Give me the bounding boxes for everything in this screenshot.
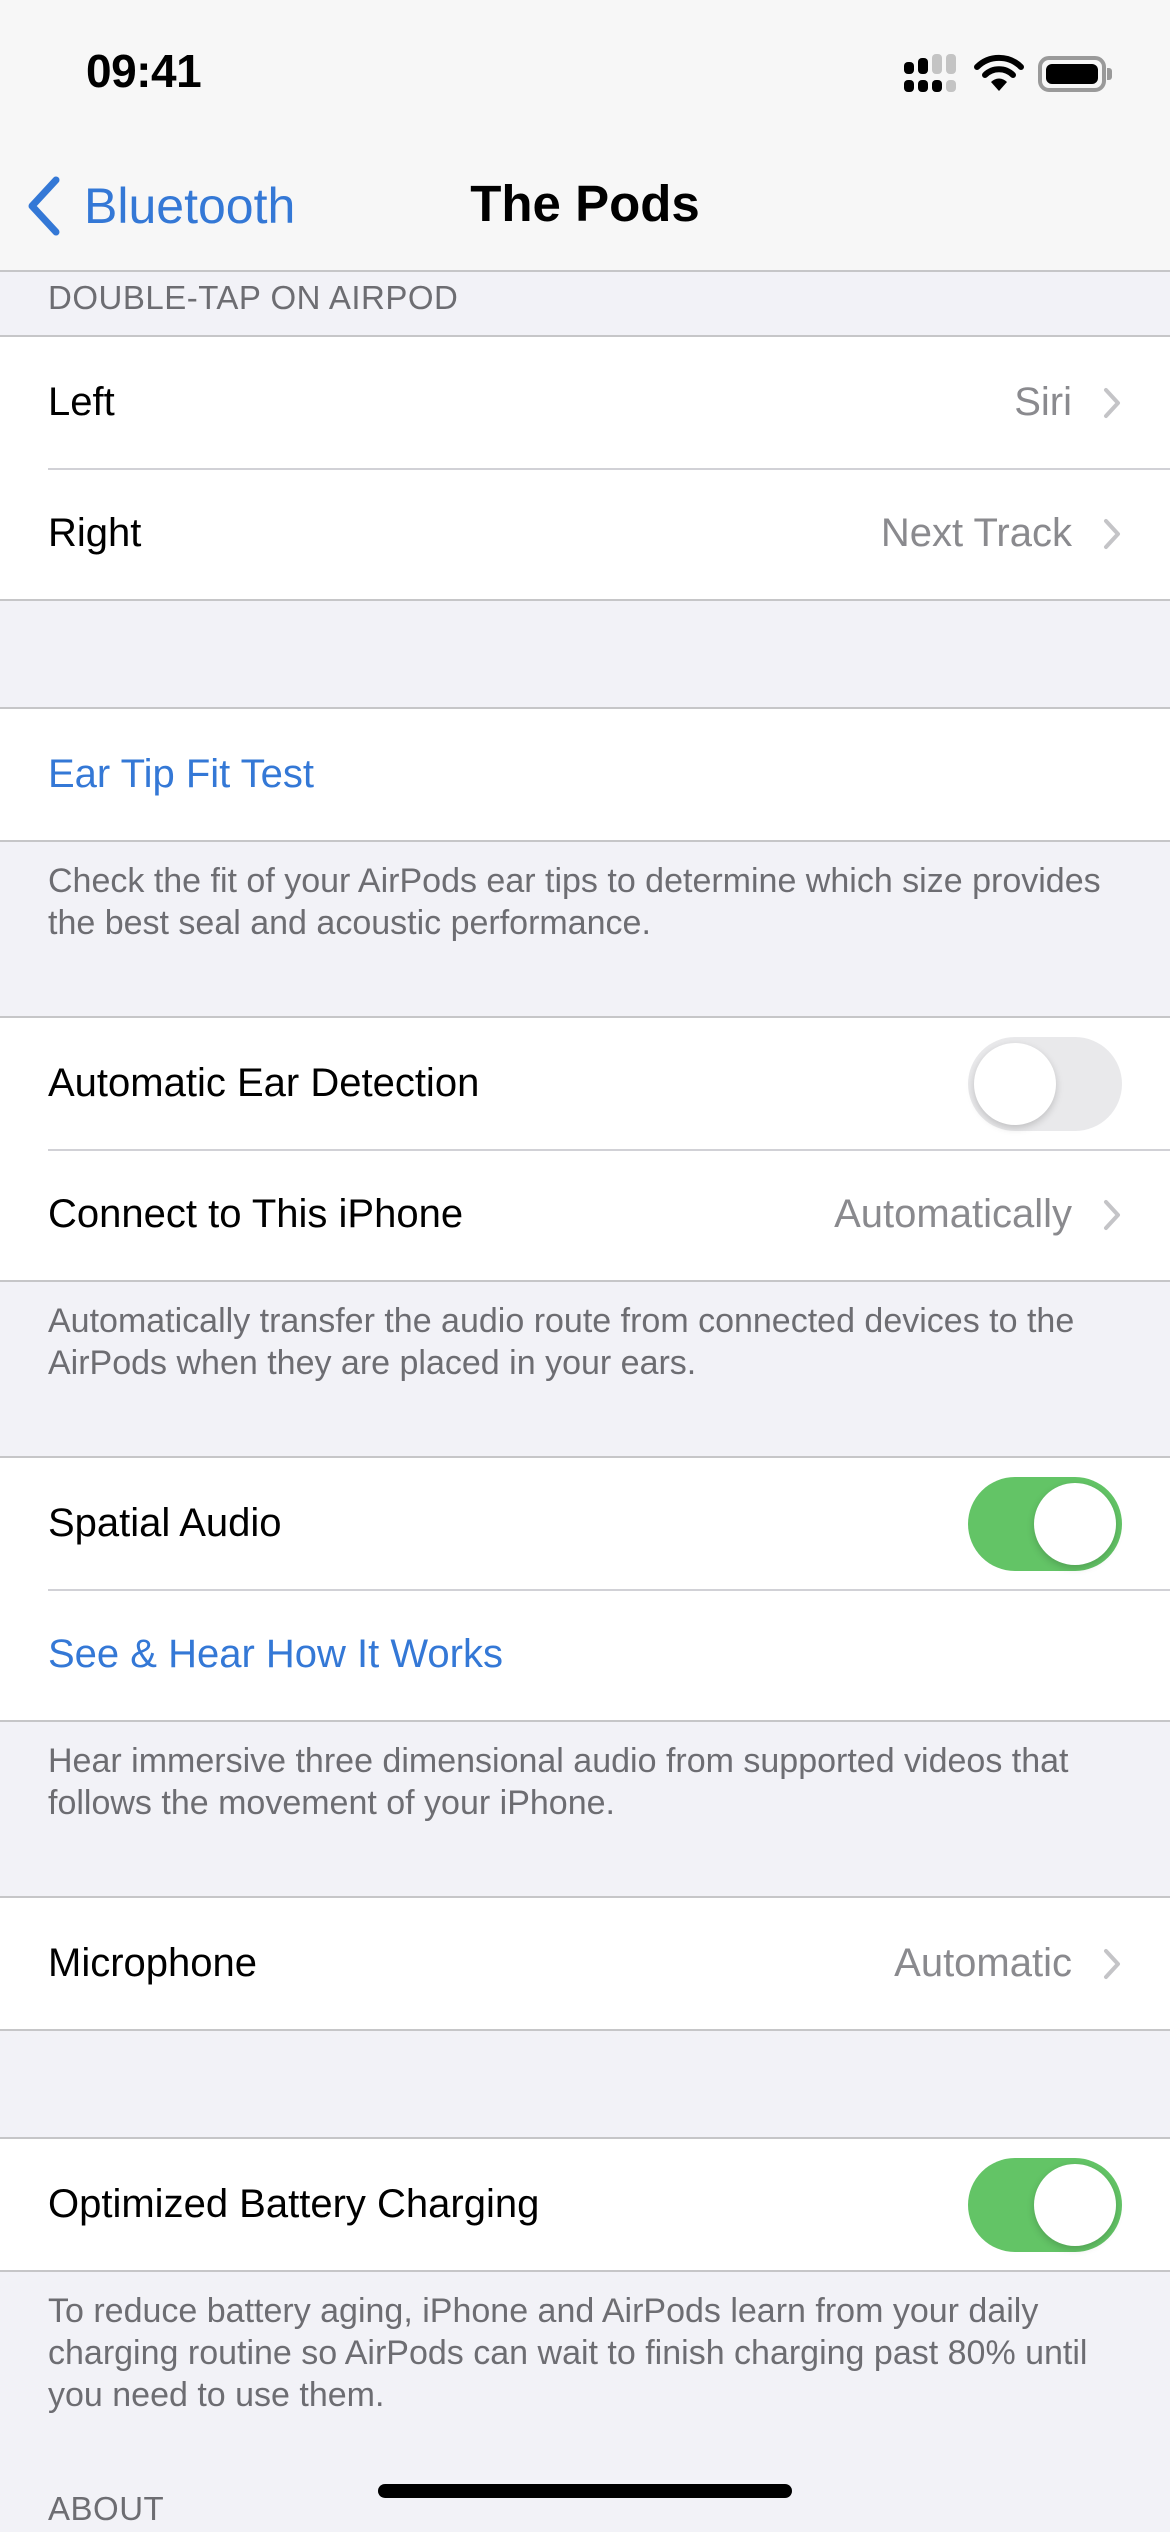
optimized-battery-charging-toggle[interactable] <box>968 2157 1122 2252</box>
microphone-group: Microphone Automatic <box>0 1896 1170 2031</box>
status-icons <box>904 52 1112 96</box>
battery-icon <box>1038 56 1112 92</box>
dual-sim-signal-icon <box>904 54 960 94</box>
row-connect-to-this-iphone[interactable]: Connect to This iPhone Automatically <box>0 1149 1170 1280</box>
row-value: Automatic <box>894 1941 1072 1985</box>
spatial-audio-group: Spatial Audio See & Hear How It Works <box>0 1456 1170 1722</box>
toggle-knob <box>974 1042 1056 1125</box>
navigation-bar: Bluetooth The Pods <box>0 140 1170 272</box>
toggle-knob <box>1034 1482 1116 1565</box>
status-bar: 09:41 <box>0 0 1170 140</box>
wifi-icon <box>974 54 1024 91</box>
row-double-tap-right[interactable]: Right Next Track <box>0 468 1170 599</box>
row-title: Automatic Ear Detection <box>48 1061 480 1105</box>
row-optimized-battery-charging: Optimized Battery Charging <box>0 2139 1170 2270</box>
chevron-right-icon <box>1104 1948 1120 1979</box>
ear-tip-group: Ear Tip Fit Test <box>0 707 1170 842</box>
link-label: See & Hear How It Works <box>48 1632 503 1676</box>
ear-tip-footer: Check the fit of your AirPods ear tips t… <box>48 862 1101 942</box>
chevron-right-icon <box>1104 1199 1120 1230</box>
row-value: Siri <box>1014 380 1072 424</box>
row-automatic-ear-detection: Automatic Ear Detection <box>0 1018 1170 1149</box>
row-value: Next Track <box>880 511 1072 555</box>
spatial-audio-toggle[interactable] <box>968 1476 1122 1571</box>
see-hear-how-it-works-link[interactable]: See & Hear How It Works <box>0 1589 1170 1720</box>
chevron-right-icon <box>1104 518 1120 549</box>
detection-footer: Automatically transfer the audio route f… <box>48 1302 1075 1382</box>
section-header-double-tap: DOUBLE-TAP ON AIRPOD <box>48 279 459 316</box>
toggle-knob <box>1034 2163 1116 2246</box>
row-title: Right <box>48 511 142 555</box>
row-spatial-audio: Spatial Audio <box>0 1458 1170 1589</box>
battery-footer: To reduce battery aging, iPhone and AirP… <box>48 2292 1088 2414</box>
battery-group: Optimized Battery Charging <box>0 2137 1170 2272</box>
status-time: 09:41 <box>86 45 202 97</box>
row-title: Spatial Audio <box>48 1501 282 1545</box>
row-value: Automatically <box>834 1192 1072 1236</box>
row-double-tap-left[interactable]: Left Siri <box>0 337 1170 468</box>
page-title: The Pods <box>470 175 700 232</box>
row-title: Left <box>48 380 115 424</box>
row-microphone[interactable]: Microphone Automatic <box>0 1898 1170 2029</box>
home-indicator[interactable] <box>378 2484 792 2498</box>
settings-list: DOUBLE-TAP ON AIRPOD Left Siri Right Nex… <box>0 272 1170 2528</box>
row-title: Connect to This iPhone <box>48 1192 464 1236</box>
spatial-audio-footer: Hear immersive three dimensional audio f… <box>48 1742 1069 1822</box>
row-title: Microphone <box>48 1941 258 1985</box>
automatic-ear-detection-toggle[interactable] <box>968 1036 1122 1131</box>
ear-tip-fit-test-link[interactable]: Ear Tip Fit Test <box>0 709 1170 840</box>
double-tap-group: Left Siri Right Next Track <box>0 335 1170 601</box>
chevron-right-icon <box>1104 387 1120 418</box>
detection-group: Automatic Ear Detection Connect to This … <box>0 1016 1170 1282</box>
link-label: Ear Tip Fit Test <box>48 752 315 796</box>
row-title: Optimized Battery Charging <box>48 2182 540 2226</box>
